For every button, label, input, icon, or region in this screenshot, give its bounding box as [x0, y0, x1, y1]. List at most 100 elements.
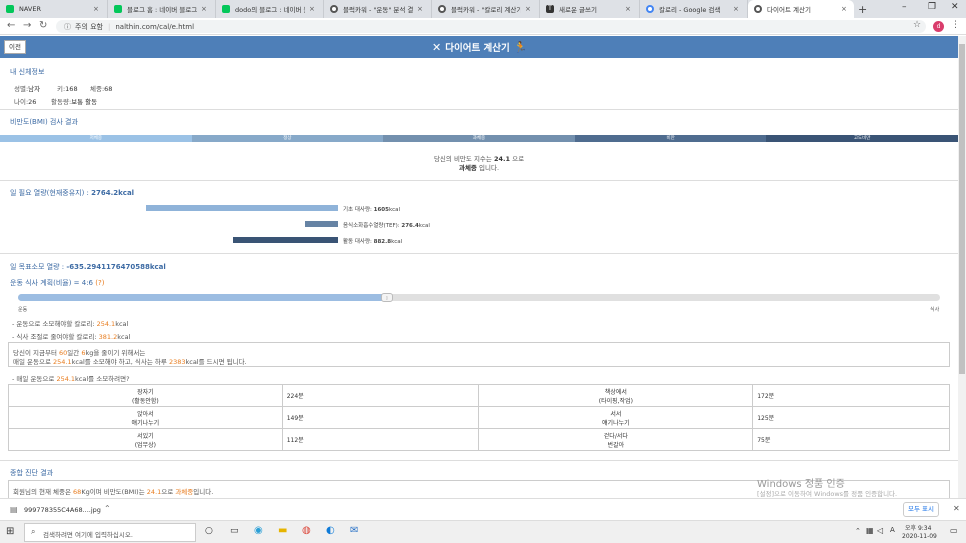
info-icon: ⓘ: [64, 22, 71, 31]
activity-cell: 책상에서 (타이핑,작업): [478, 384, 754, 407]
close-icon[interactable]: ×: [309, 5, 315, 13]
gender-row: 성별:남자: [14, 85, 41, 93]
duration-cell: 112분: [281, 428, 480, 451]
close-icon[interactable]: ×: [625, 5, 631, 13]
slider-handle[interactable]: ▯: [380, 293, 393, 302]
bmi-category: 과체중: [383, 135, 575, 142]
edge-icon[interactable]: ◐: [326, 525, 335, 536]
naver-blog-icon: [222, 5, 230, 13]
help-link[interactable]: (?): [95, 279, 104, 287]
tab-new-post[interactable]: T 새로운 글쓰기 ×: [540, 0, 640, 18]
minimize-icon[interactable]: –: [902, 2, 907, 12]
file-explorer-icon[interactable]: ▬: [278, 525, 287, 536]
download-filename[interactable]: 999778355C4A68....jpg: [24, 506, 101, 514]
close-icon[interactable]: ×: [525, 5, 531, 13]
daily-exercise-question: - 매일 운동으로 254.1kcal를 소모하려면?: [12, 375, 130, 383]
bmi-category: 고도비만: [766, 135, 958, 142]
ratio-slider[interactable]: ▯: [18, 293, 940, 302]
globe-icon: [754, 5, 762, 13]
notification-icon[interactable]: ▭: [950, 526, 958, 535]
chevron-up-icon[interactable]: ⌃: [104, 504, 111, 513]
chrome-icon[interactable]: ◍: [302, 525, 311, 536]
close-icon[interactable]: ×: [93, 5, 99, 13]
show-all-button[interactable]: 모두 표시: [903, 502, 939, 517]
energy-bar-label: 음식소화흡수열량(TEF): 276.4kcal: [343, 222, 430, 229]
activity-cell: 걷다/서다 번갈아: [478, 428, 754, 451]
exercise-kcal-line: - 운동으로 소모해야할 칼로리: 254.1kcal: [12, 320, 129, 328]
slider-left-label: 운동: [18, 307, 28, 313]
page-scrollbar[interactable]: [958, 36, 966, 498]
taskbar-search-box[interactable]: ⌕ 검색하려면 여기에 입력하십시오.: [24, 523, 196, 542]
page-title: ✕ 다이어트 계산기 🏃: [432, 40, 528, 55]
duration-cell: 125분: [752, 406, 950, 429]
more-menu-icon[interactable]: ⋮: [951, 20, 960, 30]
diagnosis-section-title: 종합 진단 결과: [10, 469, 54, 477]
activity-row: 활동량:보통 활동: [51, 98, 98, 106]
ime-indicator[interactable]: A: [890, 526, 895, 534]
search-icon: ⌕: [31, 527, 36, 536]
toolbar: ← → ↻ ⓘ 주의 요함 | nalthin.com/cal/e.html ☆: [0, 18, 966, 35]
taskbar: ⊞ ⌕ 검색하려면 여기에 입력하십시오. ○ ▭ ◉ ▬ ◍ ◐ ✉ ⌃ ▦ …: [0, 520, 966, 543]
close-icon[interactable]: ×: [417, 5, 423, 13]
scrollbar-thumb[interactable]: [959, 44, 965, 374]
address-bar[interactable]: ⓘ 주의 요함 | nalthin.com/cal/e.html: [56, 20, 926, 33]
table-row: 장자기 (활동안함) 224분 책상에서 (타이핑,작업) 172분: [8, 384, 950, 407]
energy-bar: [233, 237, 338, 243]
duration-cell: 224분: [281, 384, 480, 407]
google-icon: [646, 5, 654, 13]
volume-icon[interactable]: ◁: [877, 526, 883, 535]
age-row: 나이:26: [14, 98, 37, 106]
mail-icon[interactable]: ✉: [350, 525, 358, 536]
energy-bar: [146, 205, 338, 211]
tab-diet-calculator[interactable]: 다이어트 계산기 ×: [748, 0, 854, 18]
energy-bar-label: 기초 대사량: 1605kcal: [343, 206, 401, 213]
download-bar: ▤ 999778355C4A68....jpg ⌃ 모두 표시 ✕: [0, 498, 966, 520]
fork-knife-icon: ✕: [432, 40, 442, 54]
circle-icon: [330, 5, 338, 13]
prev-button[interactable]: 이전: [4, 40, 26, 54]
tab-blog-home[interactable]: 블로그 홈 : 네이버 블로그 ×: [108, 0, 216, 18]
bookmark-star-icon[interactable]: ☆: [913, 20, 921, 30]
circle-icon: [438, 5, 446, 13]
energy-bar-label: 활동 대사량: 882.8kcal: [343, 238, 403, 245]
naver-blog-icon: [114, 5, 122, 13]
tab-naver[interactable]: NAVER ×: [0, 0, 108, 18]
profile-section-title: 내 신체정보: [10, 68, 45, 76]
bmi-category: 저체중: [0, 135, 192, 142]
tab-google-search[interactable]: 칼로리 - Google 검색 ×: [640, 0, 748, 18]
tab-dodo-blog[interactable]: dodo의 블로그 : 네이버 블 ×: [216, 0, 324, 18]
edge-legacy-icon[interactable]: ◉: [254, 525, 263, 536]
energy-bar: [305, 221, 338, 227]
close-icon[interactable]: ×: [841, 5, 847, 13]
summary-box: 당신이 지금부터 60일간 6kg을 줄이기 위해서는 매일 운동으로 254.…: [8, 342, 950, 367]
activity-cell: 서있기 (업무상): [8, 428, 283, 451]
close-icon[interactable]: ✕: [953, 504, 960, 513]
task-view-icon[interactable]: ▭: [230, 526, 239, 536]
back-icon[interactable]: ←: [7, 20, 15, 31]
url-text: nalthin.com/cal/e.html: [115, 22, 195, 31]
task-view-icon[interactable]: ○: [205, 526, 213, 536]
windows-start-icon[interactable]: ⊞: [6, 526, 14, 537]
close-icon[interactable]: ×: [201, 5, 207, 13]
clock-date[interactable]: 2020-11-09: [902, 533, 937, 540]
network-icon[interactable]: ▦: [866, 526, 874, 535]
exercise-table: 장자기 (활동안함) 224분 책상에서 (타이핑,작업) 172분 앉아서 얘기나누기…: [8, 384, 950, 451]
profile-avatar[interactable]: d: [933, 21, 944, 32]
weight-row: 체중:68: [90, 85, 113, 93]
maximize-icon[interactable]: ❐: [928, 2, 936, 12]
activity-cell: 서서 얘기나누기: [478, 406, 754, 429]
bmi-category: 정상: [191, 135, 384, 142]
close-icon[interactable]: ×: [733, 5, 739, 13]
table-row: 앉아서 얘기나누기 149분 서서 얘기나누기 125분: [8, 406, 950, 429]
tray-chevron-icon[interactable]: ⌃: [855, 527, 861, 535]
diet-kcal-line: - 식사 조절로 줄여야할 칼로리: 381.2kcal: [12, 333, 131, 341]
activity-cell: 앉아서 얘기나누기: [8, 406, 283, 429]
tab-blackkiwi-1[interactable]: 블럭카워 - "운동" 분석 결 ×: [324, 0, 432, 18]
window-close-icon[interactable]: ✕: [951, 2, 959, 12]
new-tab-icon[interactable]: +: [858, 3, 867, 16]
forward-icon[interactable]: →: [23, 20, 31, 31]
tab-blackkiwi-2[interactable]: 블럭카워 - "칼로리 계산기 ×: [432, 0, 540, 18]
reload-icon[interactable]: ↻: [39, 20, 47, 31]
clock-time[interactable]: 오후 9:34: [905, 523, 931, 532]
goal-section-title: 일 목표소모 열량 : -635.2941176470588kcal: [10, 263, 166, 271]
